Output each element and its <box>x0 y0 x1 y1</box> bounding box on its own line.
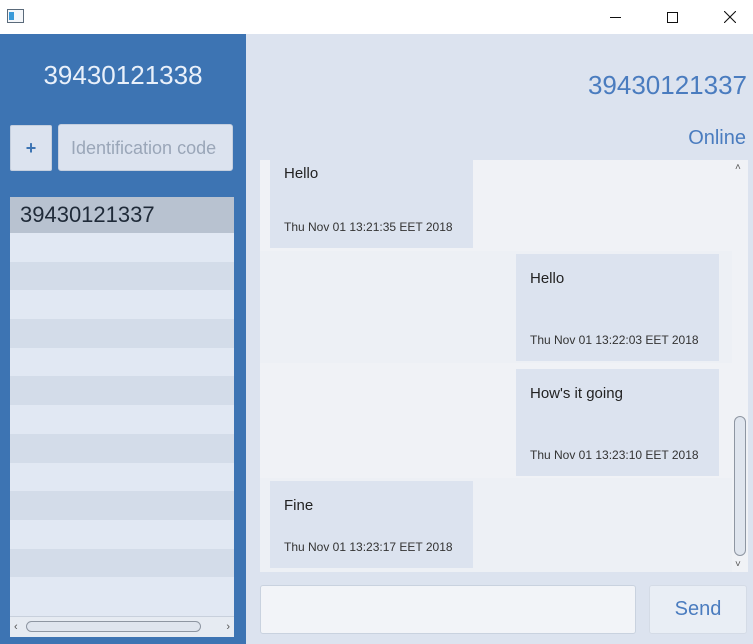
message-row: Hello Thu Nov 01 13:21:35 EET 2018 <box>260 160 732 251</box>
contact-row-empty <box>10 577 234 606</box>
identification-code-input[interactable]: Identification code <box>58 124 233 171</box>
sidebar: 39430121338 + Identification code 394301… <box>0 34 246 644</box>
message-text: Hello <box>530 270 565 287</box>
contact-row-empty <box>10 290 234 319</box>
message-text: How's it going <box>530 385 623 402</box>
message-row: How's it going Thu Nov 01 13:23:10 EET 2… <box>260 363 732 478</box>
scroll-down-icon[interactable]: ˅ <box>735 559 741 570</box>
message-bubble-sent: Hello Thu Nov 01 13:22:03 EET 2018 <box>516 254 719 361</box>
message-timestamp: Thu Nov 01 13:22:03 EET 2018 <box>530 333 699 347</box>
message-bubble-received: Fine Thu Nov 01 13:23:17 EET 2018 <box>270 481 473 568</box>
scrollbar-thumb[interactable] <box>26 621 201 632</box>
own-id-label: 39430121338 <box>43 60 203 90</box>
contact-list-horizontal-scrollbar[interactable]: ‹ › <box>10 616 234 637</box>
contact-row-empty <box>10 233 234 262</box>
contact-row-empty <box>10 405 234 434</box>
minimize-button[interactable] <box>592 0 638 34</box>
contact-row-empty <box>10 491 234 520</box>
contact-row-empty <box>10 433 234 463</box>
message-timestamp: Thu Nov 01 13:21:35 EET 2018 <box>284 220 453 234</box>
contact-row-empty <box>10 520 234 549</box>
chat-window: 39430121338 + Identification code 394301… <box>0 0 753 644</box>
message-timestamp: Thu Nov 01 13:23:17 EET 2018 <box>284 540 453 554</box>
contact-row-empty <box>10 548 234 578</box>
scrollbar-thumb[interactable] <box>734 416 746 556</box>
scroll-up-icon[interactable]: ˄ <box>735 162 741 173</box>
message-row: Fine Thu Nov 01 13:23:17 EET 2018 <box>260 478 732 572</box>
app-window-icon <box>7 9 24 23</box>
scroll-right-icon[interactable]: › <box>226 621 230 633</box>
message-text: Fine <box>284 497 314 514</box>
contact-row-empty <box>10 348 234 377</box>
peer-id-label: 39430121337 <box>587 70 747 100</box>
close-button[interactable] <box>707 0 753 34</box>
contact-row-empty <box>10 376 234 406</box>
message-input[interactable] <box>260 585 636 634</box>
message-list-vertical-scrollbar[interactable]: ˄ ˅ <box>732 160 748 572</box>
message-text: Hello <box>284 165 319 182</box>
contact-row-empty <box>10 261 234 291</box>
contact-row-empty <box>10 319 234 348</box>
message-bubble-sent: How's it going Thu Nov 01 13:23:10 EET 2… <box>516 369 719 476</box>
contact-row-empty <box>10 463 234 492</box>
minimize-icon <box>609 16 621 18</box>
contact-item[interactable]: 39430121337 <box>10 197 234 233</box>
maximize-icon <box>666 11 678 23</box>
contact-list[interactable]: 39430121337 <box>10 197 234 637</box>
message-list[interactable]: Hello Thu Nov 01 13:21:35 EET 2018 Hello… <box>260 160 748 572</box>
send-button[interactable]: Send <box>649 585 747 634</box>
close-icon <box>724 11 736 23</box>
peer-status-label: Online <box>688 127 746 149</box>
message-row: Hello Thu Nov 01 13:22:03 EET 2018 <box>260 251 732 363</box>
add-contact-button[interactable]: + <box>10 125 52 171</box>
maximize-button[interactable] <box>649 0 695 34</box>
message-timestamp: Thu Nov 01 13:23:10 EET 2018 <box>530 448 699 462</box>
scroll-left-icon[interactable]: ‹ <box>14 621 18 633</box>
title-bar <box>0 0 753 34</box>
message-bubble-received: Hello Thu Nov 01 13:21:35 EET 2018 <box>270 160 473 248</box>
